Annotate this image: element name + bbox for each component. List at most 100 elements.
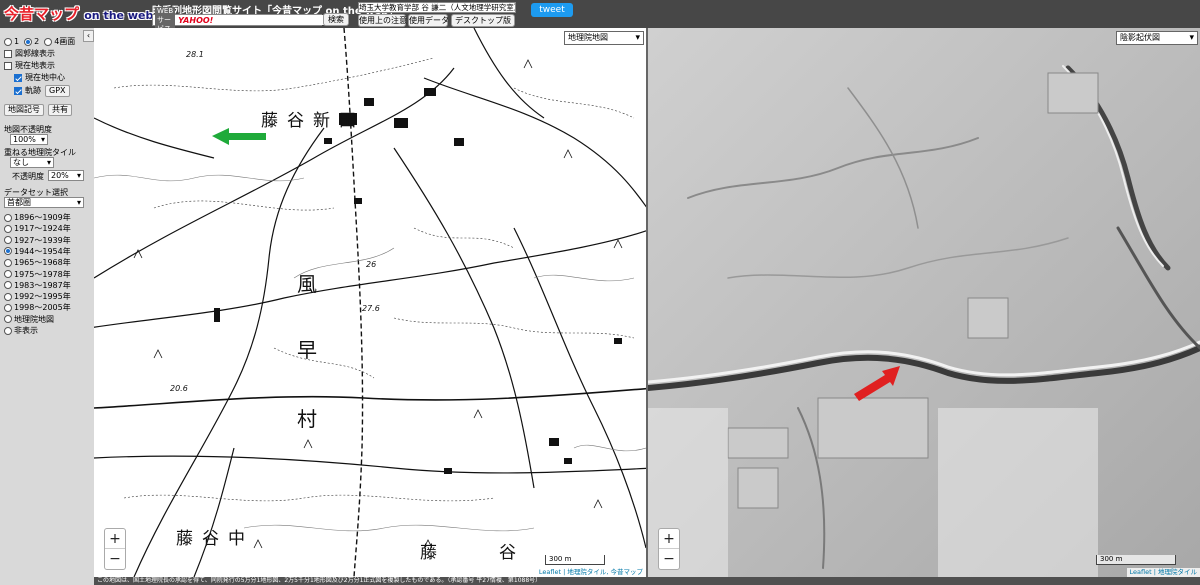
center-current-toggle[interactable]: 現在地中心 — [14, 72, 65, 83]
place-search-box: WEBサービス YAHOO! — [152, 6, 327, 34]
search-button[interactable]: 検索 — [323, 13, 349, 26]
period-radio[interactable] — [4, 236, 12, 245]
radio-2-screens[interactable] — [24, 37, 33, 46]
current-location-checkbox[interactable] — [4, 61, 12, 70]
left-zoom-control: + − — [104, 528, 126, 570]
center-current-checkbox[interactable] — [14, 73, 22, 82]
hillshade-relief-map[interactable] — [648, 28, 1200, 577]
desktop-version-button[interactable]: デスクトップ版 — [451, 14, 515, 27]
map-boundary-toggle[interactable]: 図郭線表示 — [4, 48, 55, 59]
map-label-fujiya-1: 藤 — [420, 543, 437, 563]
period-label: 1927～1939年 — [14, 235, 71, 245]
zoom-in-button[interactable]: + — [105, 529, 125, 549]
period-radio[interactable] — [4, 213, 12, 222]
right-map-attribution[interactable]: Leaflet | 地理院タイル — [1126, 568, 1200, 577]
period-option[interactable]: 非表示 — [4, 325, 38, 336]
period-radio[interactable] — [4, 303, 12, 312]
period-option[interactable]: 地理院地図 — [4, 314, 54, 325]
copyright-footer: この地図は、国土地理院長の承認を得て、同院発行の5万分1地形図、2万5千分1地形… — [94, 577, 1200, 585]
yahoo-logo: YAHOO! — [178, 15, 214, 25]
tweet-button[interactable]: tweet — [531, 3, 573, 17]
radio-1-screen[interactable] — [4, 37, 12, 46]
radio-4-screens[interactable] — [44, 37, 53, 46]
zoom-out-button[interactable]: − — [105, 549, 125, 569]
zoom-out-button[interactable]: − — [659, 549, 679, 569]
period-label: 1983～1987年 — [14, 280, 71, 290]
track-toggle[interactable]: 軌跡 GPX — [14, 84, 70, 97]
period-option[interactable]: 1992～1995年 — [4, 291, 71, 302]
period-option[interactable]: 1917～1924年 — [4, 223, 71, 234]
usage-notes-button[interactable]: 使用上の注意 — [358, 14, 407, 27]
period-radio[interactable] — [4, 258, 12, 267]
relief-map-pane[interactable]: 陰影起伏図 + − 300 m Leaflet | 地理院タイル — [648, 28, 1200, 577]
right-zoom-control: + − — [658, 528, 680, 570]
period-label: 地理院地図 — [14, 314, 54, 324]
search-input[interactable] — [216, 15, 327, 25]
period-label: 1944～1954年 — [14, 246, 71, 256]
map-label-ya: 谷 — [287, 111, 304, 131]
period-radio[interactable] — [4, 315, 12, 324]
site-logo[interactable]: 今昔マップ on the web — [4, 2, 153, 26]
period-label: 非表示 — [14, 326, 38, 335]
overlay-opacity-label: 不透明度 — [12, 172, 44, 181]
current-location-toggle[interactable]: 現在地表示 — [4, 60, 55, 71]
period-radio[interactable] — [4, 292, 12, 301]
map-boundary-checkbox[interactable] — [4, 49, 12, 58]
period-label: 1896～1909年 — [14, 213, 71, 222]
header-bar: 今昔マップ on the web 時系列地形図閲覧サイト「今昔マップ on th… — [0, 0, 1200, 34]
period-option[interactable]: 1944～1954年 — [4, 246, 71, 257]
map-label-fujiya-naka-3: 中 — [228, 529, 245, 549]
period-radio[interactable] — [4, 281, 12, 290]
map-label-shin: 新 — [313, 111, 330, 131]
period-radio[interactable] — [4, 224, 12, 233]
period-option[interactable]: 1975～1978年 — [4, 269, 71, 280]
historical-topo-map[interactable] — [94, 28, 646, 577]
control-sidebar: ‹ 1 2 4画面 図郭線表示 現在地表示 現在地中心 軌跡 GPX 地図記号 共… — [0, 28, 94, 585]
period-label: 1917～1924年 — [14, 224, 71, 234]
share-button[interactable]: 共有 — [48, 103, 72, 116]
period-option[interactable]: 1965～1968年 — [4, 257, 71, 268]
affiliation-link[interactable]: 埼玉大学教育学部 谷 謙二（人文地理学研究室） — [358, 2, 516, 13]
map-symbols-button[interactable]: 地図記号 — [4, 103, 44, 116]
period-option[interactable]: 1896～1909年 — [4, 212, 71, 223]
left-map-attribution[interactable]: Leaflet | 地理院タイル, 今昔マップ — [535, 568, 646, 577]
logo-suffix: on the web — [84, 9, 154, 22]
screen-count-radios: 1 2 4画面 — [4, 36, 75, 47]
dataset-select[interactable]: 首都圏 — [4, 197, 84, 208]
period-option[interactable]: 1998～2005年 — [4, 302, 71, 313]
period-radio[interactable] — [4, 326, 12, 335]
elevation-label: 20.6 — [170, 384, 188, 393]
period-option[interactable]: 1983～1987年 — [4, 280, 71, 291]
map-label-den: 田 — [339, 111, 356, 131]
period-label: 1998～2005年 — [14, 303, 71, 313]
left-map-layer-select[interactable]: 地理院地図 — [564, 31, 644, 45]
map-label-fujiya-naka-2: 谷 — [202, 529, 219, 549]
green-arrow-icon — [212, 128, 266, 145]
period-radio[interactable] — [4, 270, 12, 278]
gpx-button[interactable]: GPX — [45, 84, 70, 97]
track-checkbox[interactable] — [14, 86, 22, 95]
period-radio[interactable] — [4, 247, 12, 256]
period-label: 1965～1968年 — [14, 258, 71, 268]
symbol-share-row: 地図記号 共有 — [4, 103, 72, 116]
overlay-opacity-select[interactable]: 20% — [48, 170, 84, 181]
right-scale-bar: 300 m — [1096, 555, 1176, 565]
logo-text: 今昔マップ — [4, 5, 80, 23]
map-label-fujiya-2: 谷 — [499, 543, 516, 563]
zoom-in-button[interactable]: + — [659, 529, 679, 549]
overlay-tile-select[interactable]: なし — [10, 157, 54, 168]
elevation-label: 28.1 — [186, 50, 204, 59]
right-map-layer-select[interactable]: 陰影起伏図 — [1116, 31, 1198, 45]
map-label-fujiya-naka-1: 藤 — [176, 529, 193, 549]
elevation-label: 27.6 — [362, 304, 380, 313]
period-label: 1975～1978年 — [14, 269, 71, 279]
data-used-button[interactable]: 使用データ — [408, 14, 449, 27]
map-opacity-select[interactable]: 100% — [10, 134, 48, 145]
period-option[interactable]: 1927～1939年 — [4, 235, 71, 246]
map-label-haya: 早 — [297, 338, 317, 362]
period-label: 1992～1995年 — [14, 292, 71, 302]
collapse-sidebar-button[interactable]: ‹ — [83, 30, 94, 42]
historical-map-pane[interactable]: 藤 谷 新 田 風 早 村 藤 谷 中 藤 谷 28.1 26 27.6 20.… — [94, 28, 646, 577]
map-label-kaze: 風 — [297, 272, 317, 296]
map-label-fuji: 藤 — [261, 111, 278, 131]
